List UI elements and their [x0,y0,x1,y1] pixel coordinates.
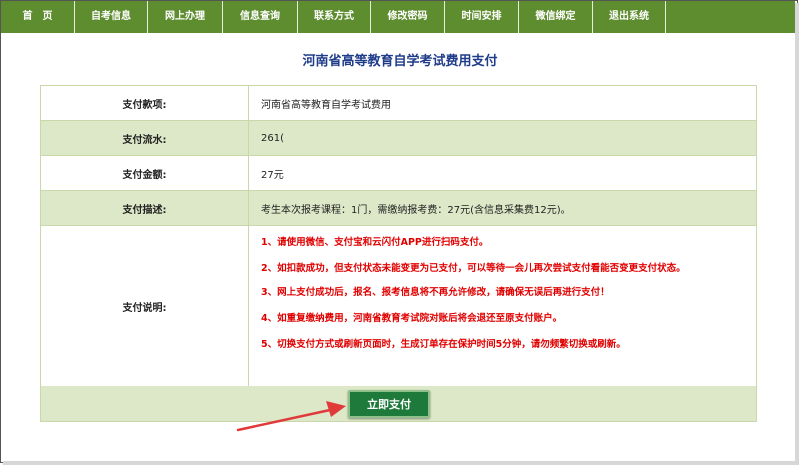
annotation-arrow-icon [236,401,346,432]
